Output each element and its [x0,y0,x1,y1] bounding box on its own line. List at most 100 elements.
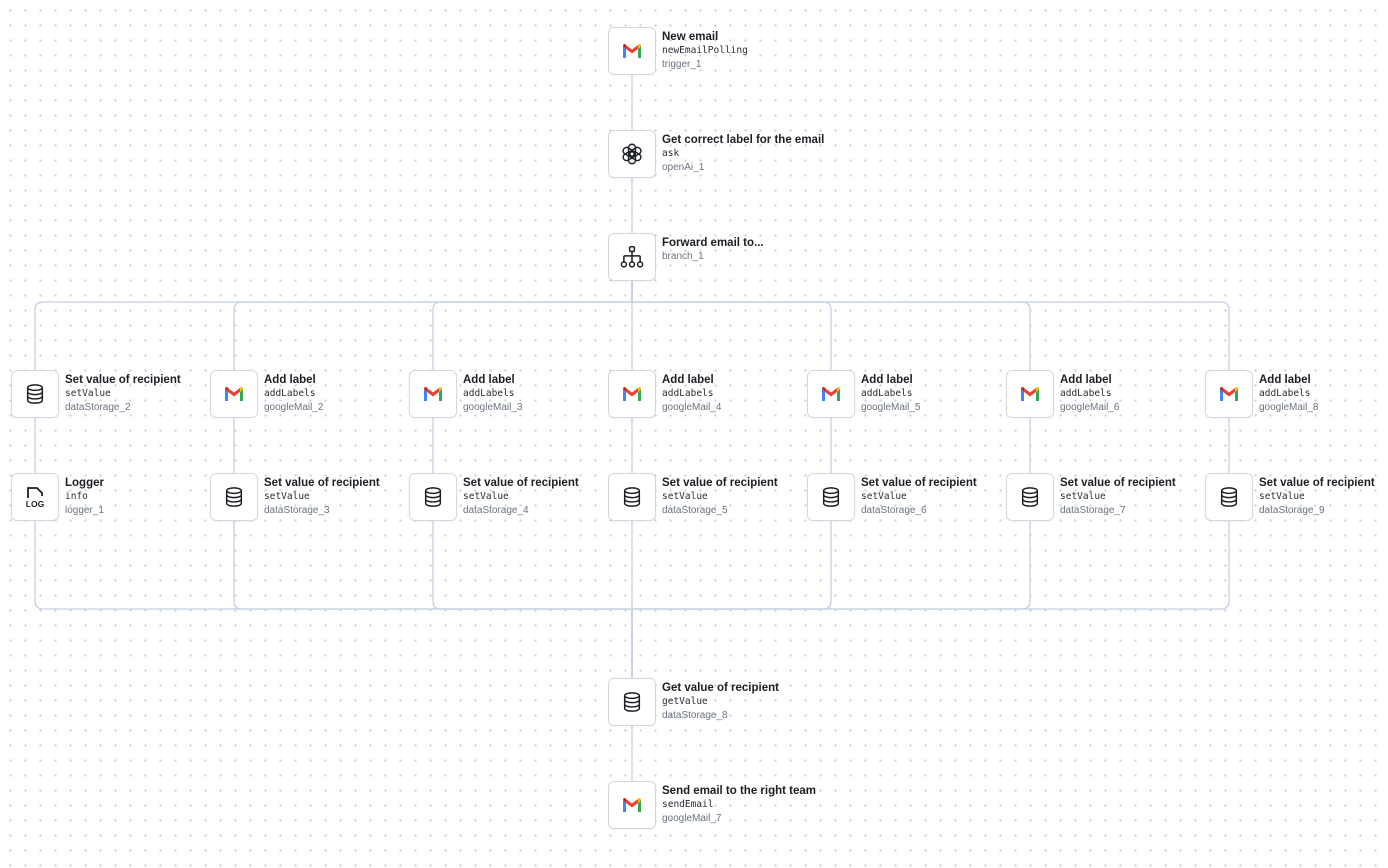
node-icon-box[interactable] [608,233,656,281]
node-googleMail-5[interactable]: Add label addLabels googleMail_5 [807,370,1037,420]
node-title: Logger [65,477,104,489]
gmail-icon [421,382,445,406]
node-dataStorage-6[interactable]: Set value of recipient setValue dataStorag… [807,473,1037,523]
node-id: googleMail_7 [662,813,722,824]
node-method: sendEmail [662,799,714,810]
gmail-icon [819,382,843,406]
node-label: Logger info logger_1 [65,476,104,518]
node-icon-box[interactable] [1205,473,1253,521]
database-icon [223,486,245,508]
node-id: dataStorage_7 [1060,505,1126,516]
node-label: Add label addLabels googleMail_8 [1259,373,1319,415]
node-id: googleMail_3 [463,402,523,413]
node-icon-box[interactable] [409,370,457,418]
node-icon-box[interactable] [409,473,457,521]
node-title: Get value of recipient [662,682,779,694]
node-googleMail-3[interactable]: Add label addLabels googleMail_3 [409,370,639,420]
node-method: addLabels [463,388,515,399]
node-label: Add label addLabels googleMail_6 [1060,373,1120,415]
node-icon-box[interactable] [608,473,656,521]
node-icon-box[interactable] [210,473,258,521]
gmail-icon [620,793,644,817]
node-label: New email newEmailPolling trigger_1 [662,30,748,72]
node-dataStorage-9[interactable]: Set value of recipient setValue dataStorag… [1205,473,1388,523]
connector-line [631,281,832,370]
node-title: Set value of recipient [1060,477,1176,489]
node-branch-1[interactable]: Forward email to... branch_1 [608,233,838,283]
node-label: Set value of recipient setValue dataStorag… [861,476,977,518]
node-title: Set value of recipient [463,477,579,489]
node-logger-1[interactable]: LOG Logger info logger_1 [11,473,241,523]
node-method: setValue [1259,491,1305,502]
node-icon-box[interactable] [1006,370,1054,418]
node-icon-box[interactable] [608,27,656,75]
node-icon-box[interactable] [807,473,855,521]
node-icon-box[interactable] [608,130,656,178]
database-icon [621,691,643,713]
node-icon-box[interactable] [807,370,855,418]
node-icon-box[interactable] [1205,370,1253,418]
database-icon [1218,486,1240,508]
node-method: addLabels [1259,388,1311,399]
node-dataStorage-4[interactable]: Set value of recipient setValue dataStorag… [409,473,639,523]
node-id: googleMail_8 [1259,402,1319,413]
node-icon-box[interactable] [210,370,258,418]
node-googleMail-8[interactable]: Add label addLabels googleMail_8 [1205,370,1388,420]
node-title: Forward email to... [662,237,764,249]
node-icon-box[interactable]: LOG [11,473,59,521]
node-dataStorage-2[interactable]: Set value of recipient setValue dataStorag… [11,370,241,420]
node-title: Get correct label for the email [662,134,825,146]
node-googleMail-7[interactable]: Send email to the right team sendEmail goo… [608,781,838,831]
node-trigger-1[interactable]: New email newEmailPolling trigger_1 [608,27,838,77]
node-title: Send email to the right team [662,785,816,797]
node-method: addLabels [861,388,913,399]
node-title: Add label [861,374,913,386]
node-title: Add label [1060,374,1112,386]
node-id: dataStorage_8 [662,710,728,721]
connector-line [631,281,1230,370]
node-id: trigger_1 [662,59,702,70]
node-id: dataStorage_6 [861,505,927,516]
node-title: Set value of recipient [65,374,181,386]
node-label: Set value of recipient setValue dataStorag… [662,476,778,518]
database-icon [422,486,444,508]
node-id: branch_1 [662,251,704,262]
branch-icon [619,244,645,270]
connector-line [631,521,1230,678]
node-method: setValue [65,388,111,399]
node-icon-box[interactable] [1006,473,1054,521]
node-dataStorage-7[interactable]: Set value of recipient setValue dataStorag… [1006,473,1236,523]
connector-line [432,521,633,678]
node-method: setValue [861,491,907,502]
node-icon-box[interactable] [608,678,656,726]
node-label: Add label addLabels googleMail_5 [861,373,921,415]
connector-line [631,521,832,678]
node-label: Set value of recipient setValue dataStorag… [463,476,579,518]
database-icon [1019,486,1041,508]
node-method: addLabels [264,388,316,399]
node-googleMail-4[interactable]: Add label addLabels googleMail_4 [608,370,838,420]
node-googleMail-2[interactable]: Add label addLabels googleMail_2 [210,370,440,420]
node-title: Set value of recipient [1259,477,1375,489]
node-method: setValue [264,491,310,502]
gmail-icon [1018,382,1042,406]
database-icon [621,486,643,508]
node-openAi-1[interactable]: Get correct label for the email ask openAi… [608,130,838,180]
node-title: Set value of recipient [662,477,778,489]
node-icon-box[interactable] [608,781,656,829]
node-dataStorage-5[interactable]: Set value of recipient setValue dataStorag… [608,473,838,523]
node-label: Send email to the right team sendEmail goo… [662,784,816,826]
node-method: addLabels [662,388,714,399]
node-label: Set value of recipient setValue dataStorag… [1060,476,1176,518]
svg-text:LOG: LOG [26,499,45,509]
node-googleMail-6[interactable]: Add label addLabels googleMail_6 [1006,370,1236,420]
workflow-canvas[interactable]: New email newEmailPolling trigger_1 Get co… [0,0,1388,868]
node-icon-box[interactable] [608,370,656,418]
node-icon-box[interactable] [11,370,59,418]
node-label: Get value of recipient getValue dataStorag… [662,681,779,723]
node-method: setValue [662,491,708,502]
node-method: newEmailPolling [662,45,748,56]
node-dataStorage-3[interactable]: Set value of recipient setValue dataStorag… [210,473,440,523]
node-dataStorage-8[interactable]: Get value of recipient getValue dataStorag… [608,678,838,728]
node-id: logger_1 [65,505,104,516]
